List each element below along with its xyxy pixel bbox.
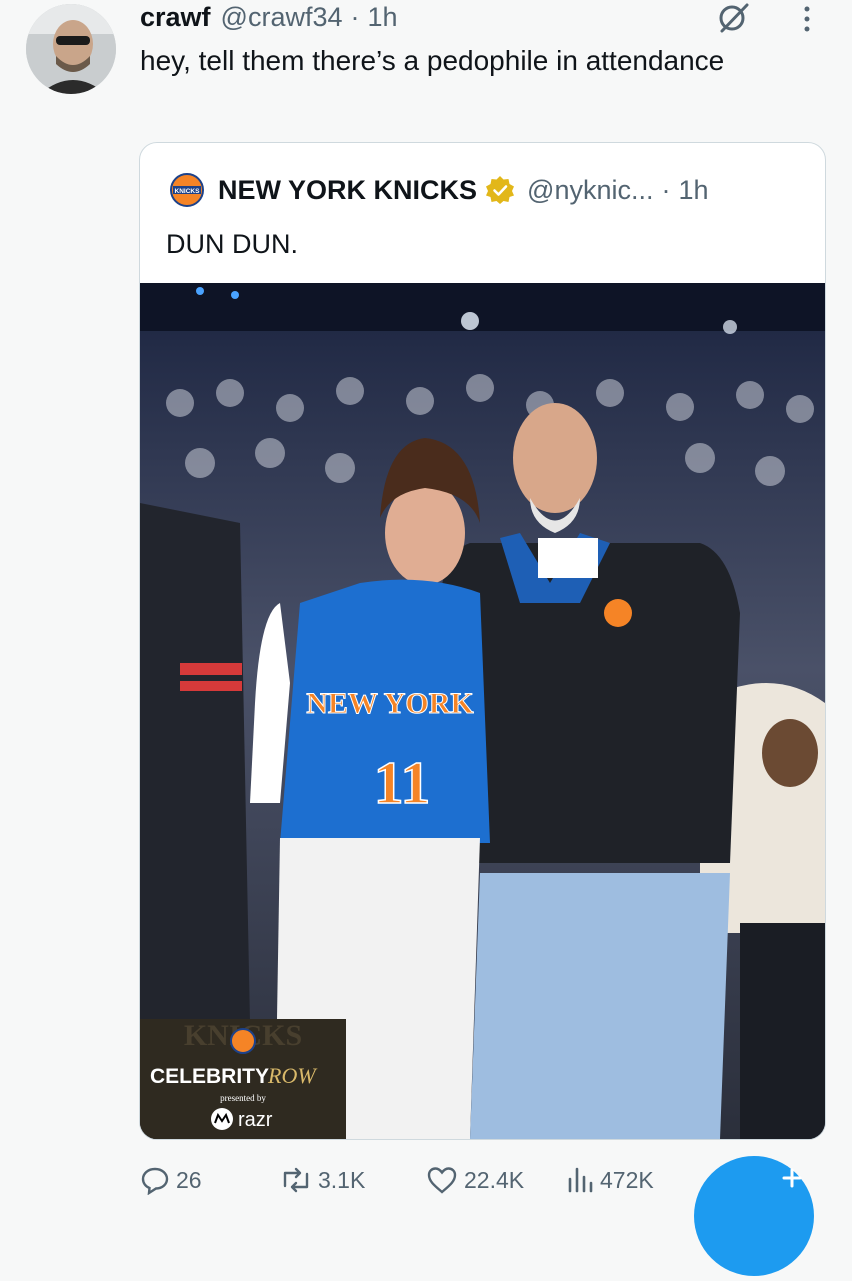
motorola-icon [211, 1108, 233, 1130]
quoted-display-name[interactable]: NEW YORK KNICKS [218, 175, 477, 206]
knicks-logo-icon[interactable]: KNICKS [170, 173, 204, 207]
reply-button[interactable]: 26 [140, 1165, 280, 1195]
like-button[interactable]: 22.4K [426, 1165, 566, 1195]
tweet-text: hey, tell them there’s a pedophile in at… [140, 45, 725, 76]
jersey-number: 11 [374, 750, 431, 816]
like-icon [427, 1167, 457, 1194]
badge-sponsor: razr [238, 1109, 273, 1131]
author-display-name[interactable]: crawf [140, 2, 211, 33]
badge-graphic: KNICKS CELEBRITY ROW presented by razr [140, 1019, 346, 1139]
tweet-header: crawf @crawf34 · 1h [140, 0, 398, 34]
quoted-tweet-photo[interactable]: NEW YORK 11 KNICKS CELEBRITY ROW present… [140, 283, 825, 1139]
svg-text:KNICKS: KNICKS [175, 188, 201, 195]
tweet-action-bar: 26 3.1K 22.4K 472K [140, 1160, 700, 1200]
reply-count: 26 [176, 1166, 202, 1193]
more-icon[interactable] [792, 4, 822, 34]
repost-button[interactable]: 3.1K [280, 1165, 426, 1195]
verified-icon [486, 176, 515, 204]
repost-count: 3.1K [318, 1166, 366, 1193]
arena-photo: NEW YORK 11 [140, 283, 825, 1139]
separator-dot: · [350, 1, 360, 32]
quoted-separator-dot: · [661, 174, 671, 205]
compose-plus-icon [782, 1168, 802, 1188]
badge-knicks-icon [230, 1028, 256, 1054]
compose-button[interactable] [694, 1156, 814, 1276]
quoted-tweet-card[interactable]: KNICKS NEW YORK KNICKS @nyknic... · 1h D… [139, 142, 826, 1140]
celebrity-row-badge: KNICKS CELEBRITY ROW presented by razr [140, 1019, 346, 1139]
tweet-timestamp[interactable]: 1h [368, 2, 398, 33]
repost-icon [283, 1167, 309, 1193]
avatar-image [26, 4, 116, 94]
author-handle[interactable]: @crawf34 [221, 2, 343, 33]
quoted-timestamp[interactable]: 1h [678, 175, 708, 206]
quoted-tweet-header: KNICKS NEW YORK KNICKS @nyknic... · 1h [170, 173, 709, 207]
badge-presented-by: presented by [220, 1093, 266, 1103]
view-count: 472K [600, 1166, 654, 1193]
views-icon [568, 1167, 593, 1193]
badge-line2: ROW [267, 1063, 317, 1088]
views-button[interactable]: 472K [566, 1165, 654, 1195]
author-avatar[interactable] [26, 4, 116, 94]
jersey-text: NEW YORK [306, 687, 474, 720]
reply-icon [141, 1167, 169, 1195]
quoted-tweet-text: DUN DUN. [166, 229, 298, 259]
like-count: 22.4K [464, 1166, 525, 1193]
grok-icon[interactable] [716, 0, 752, 36]
badge-line1: CELEBRITY [150, 1065, 269, 1088]
quoted-handle[interactable]: @nyknic... [527, 175, 653, 206]
